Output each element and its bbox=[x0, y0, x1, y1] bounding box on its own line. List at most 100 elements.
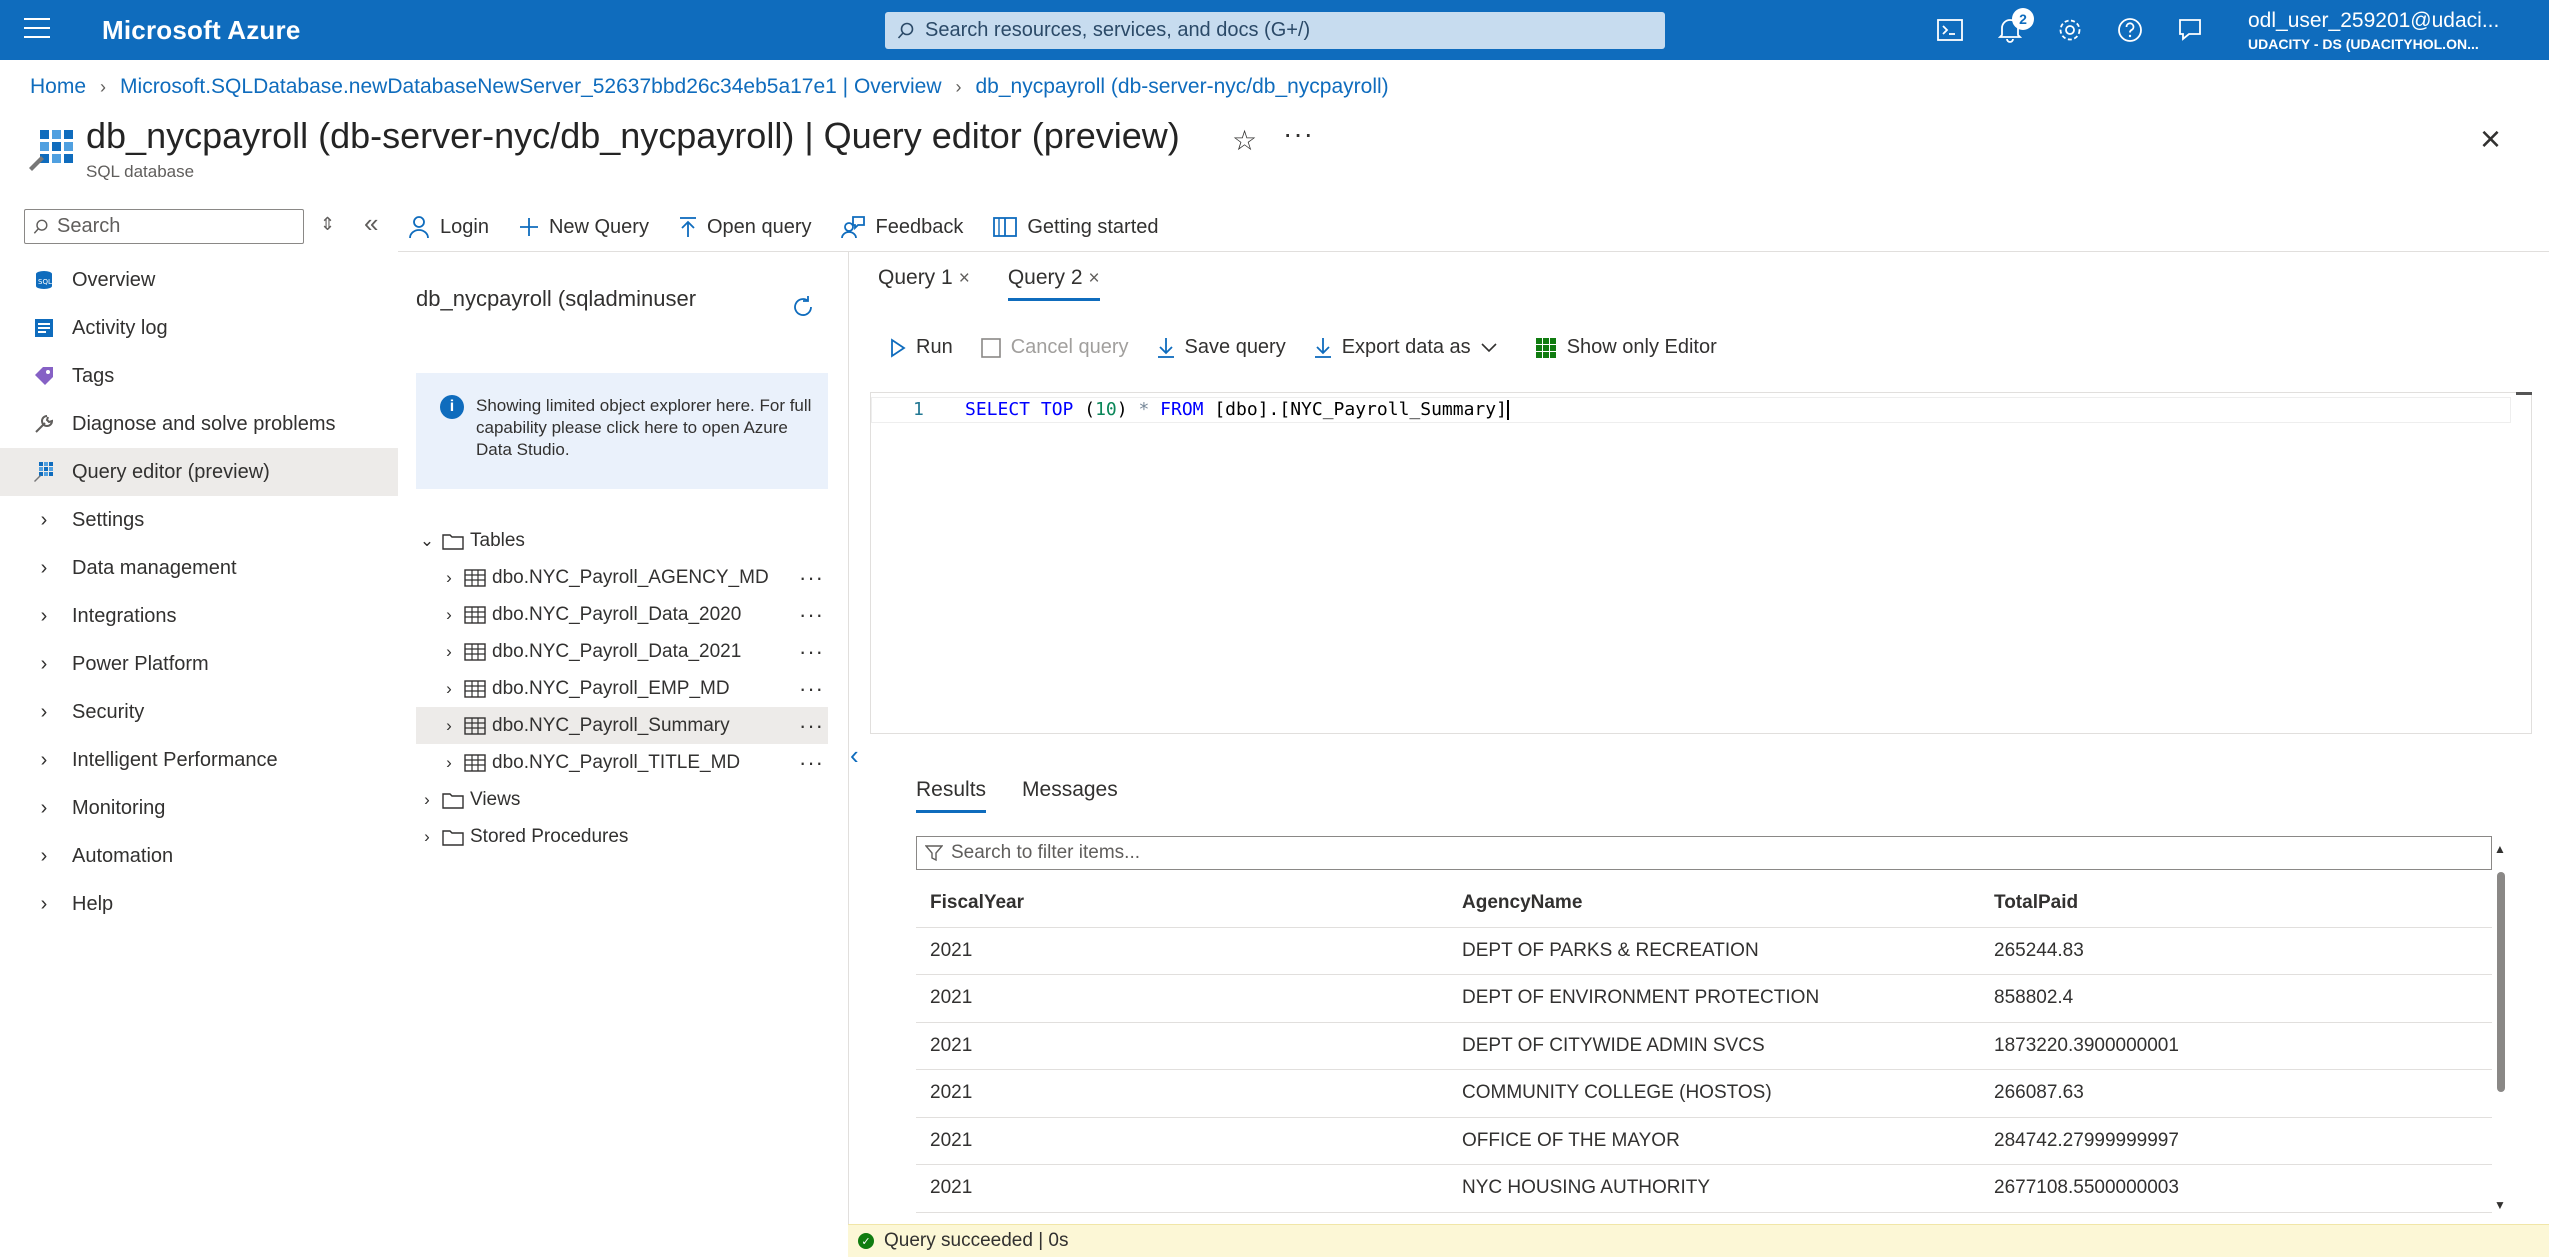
getting-started-button[interactable]: Getting started bbox=[993, 216, 1159, 239]
nav-item-diagnose[interactable]: Diagnose and solve problems bbox=[0, 400, 398, 448]
notifications-icon[interactable]: 2 bbox=[1980, 0, 2040, 60]
tree-node-stored-procedures[interactable]: › Stored Procedures bbox=[416, 818, 828, 855]
nav-item-power-platform[interactable]: › Power Platform bbox=[0, 640, 398, 688]
new-query-button[interactable]: New Query bbox=[519, 216, 649, 239]
cell: 2021 bbox=[930, 1129, 973, 1151]
tree-node-table[interactable]: › dbo.NYC_Payroll_AGENCY_MD ··· bbox=[416, 559, 828, 596]
show-only-editor-button[interactable]: Show only Editor bbox=[1535, 336, 1717, 359]
more-options-icon[interactable]: ··· bbox=[799, 639, 824, 665]
nav-item-intelligent-performance[interactable]: › Intelligent Performance bbox=[0, 736, 398, 784]
info-banner[interactable]: i Showing limited object explorer here. … bbox=[416, 373, 828, 489]
open-query-button[interactable]: Open query bbox=[679, 215, 812, 239]
scroll-up-icon[interactable]: ▲ bbox=[2494, 842, 2506, 856]
query-status-bar: ✓ Query succeeded | 0s bbox=[848, 1224, 2549, 1257]
feedback-icon[interactable] bbox=[2160, 0, 2220, 60]
table-row[interactable]: 2021 NYC HOUSING AUTHORITY 2677108.55000… bbox=[916, 1165, 2492, 1213]
wrench-icon bbox=[32, 412, 56, 436]
cell: DEPT OF ENVIRONMENT PROTECTION bbox=[1462, 987, 1820, 1009]
sql-code-line[interactable]: SELECT TOP (10) * FROM [dbo].[NYC_Payrol… bbox=[965, 399, 1509, 420]
activity-log-icon bbox=[32, 316, 56, 340]
tree-node-table[interactable]: › dbo.NYC_Payroll_TITLE_MD ··· bbox=[416, 744, 828, 781]
run-button[interactable]: Run bbox=[890, 336, 953, 359]
help-icon[interactable] bbox=[2100, 0, 2160, 60]
save-query-button[interactable]: Save query bbox=[1157, 336, 1286, 359]
cell: COMMUNITY COLLEGE (HOSTOS) bbox=[1462, 1082, 1772, 1104]
table-row[interactable]: 2021 OFFICE OF THE MAYOR 284742.27999999… bbox=[916, 1118, 2492, 1165]
more-options-icon[interactable]: ··· bbox=[799, 602, 824, 628]
breadcrumb-server[interactable]: Microsoft.SQLDatabase.newDatabaseNewServ… bbox=[120, 75, 941, 99]
more-options-icon[interactable]: ··· bbox=[799, 750, 824, 776]
nav-item-help[interactable]: › Help bbox=[0, 880, 398, 928]
tab-messages[interactable]: Messages bbox=[1022, 778, 1118, 813]
editor-scrollbar[interactable] bbox=[2516, 392, 2532, 395]
settings-gear-icon[interactable] bbox=[2040, 0, 2100, 60]
nav-item-monitoring[interactable]: › Monitoring bbox=[0, 784, 398, 832]
scrollbar-thumb[interactable] bbox=[2497, 872, 2505, 1092]
table-icon bbox=[464, 679, 486, 698]
open-query-label: Open query bbox=[706, 215, 812, 238]
table-row[interactable]: 2021 DEPT OF ENVIRONMENT PROTECTION 8588… bbox=[916, 975, 2492, 1023]
more-options-icon[interactable]: ··· bbox=[799, 565, 824, 591]
nav-search-input[interactable]: Search bbox=[24, 209, 304, 244]
cancel-query-button[interactable]: Cancel query bbox=[980, 336, 1129, 359]
tree-node-label: dbo.NYC_Payroll_Data_2021 bbox=[492, 640, 742, 662]
chevron-right-icon: › bbox=[40, 892, 48, 915]
nav-item-query-editor[interactable]: Query editor (preview) bbox=[0, 448, 398, 496]
close-tab-icon[interactable]: × bbox=[959, 268, 970, 289]
tree-node-table-selected[interactable]: › dbo.NYC_Payroll_Summary ··· bbox=[416, 707, 828, 744]
table-row[interactable]: 2021 DEPT OF PARKS & RECREATION 265244.8… bbox=[916, 928, 2492, 975]
tree-node-views[interactable]: › Views bbox=[416, 781, 828, 818]
nav-item-activity-log[interactable]: Activity log bbox=[0, 304, 398, 352]
hamburger-menu-icon[interactable] bbox=[24, 18, 50, 42]
breadcrumb-home[interactable]: Home bbox=[30, 75, 86, 99]
feedback-button[interactable]: Feedback bbox=[841, 215, 963, 239]
cloud-shell-icon[interactable] bbox=[1920, 0, 1980, 60]
column-header[interactable]: AgencyName bbox=[1448, 892, 1980, 914]
tree-node-table[interactable]: › dbo.NYC_Payroll_Data_2020 ··· bbox=[416, 596, 828, 633]
export-data-dropdown[interactable]: Export data as bbox=[1314, 336, 1507, 359]
more-options-icon[interactable]: ··· bbox=[799, 713, 824, 739]
breadcrumb-database[interactable]: db_nycpayroll (db-server-nyc/db_nycpayro… bbox=[975, 75, 1388, 99]
results-scrollbar[interactable]: ▲ ▼ bbox=[2494, 842, 2508, 1214]
nav-item-security[interactable]: › Security bbox=[0, 688, 398, 736]
nav-item-tags[interactable]: Tags bbox=[0, 352, 398, 400]
table-row[interactable]: 2021 DEPT OF CITYWIDE ADMIN SVCS 1873220… bbox=[916, 1023, 2492, 1070]
more-options-icon[interactable]: ··· bbox=[799, 676, 824, 702]
account-menu[interactable]: odl_user_259201@udaci... UDACITY - DS (U… bbox=[2248, 9, 2538, 52]
column-header[interactable]: TotalPaid bbox=[1980, 892, 2492, 914]
login-button[interactable]: Login bbox=[408, 215, 489, 239]
nav-item-data-management[interactable]: › Data management bbox=[0, 544, 398, 592]
chevron-left-icon[interactable]: ‹ bbox=[850, 740, 859, 771]
refresh-icon[interactable] bbox=[790, 294, 816, 320]
nav-item-integrations[interactable]: › Integrations bbox=[0, 592, 398, 640]
nav-item-settings[interactable]: › Settings bbox=[0, 496, 398, 544]
results-filter-input[interactable]: Search to filter items... bbox=[916, 836, 2492, 870]
feedback-person-icon bbox=[841, 216, 866, 239]
collapse-menu-icon[interactable]: « bbox=[364, 208, 378, 239]
tree-node-table[interactable]: › dbo.NYC_Payroll_EMP_MD ··· bbox=[416, 670, 828, 707]
more-options-icon[interactable]: ··· bbox=[1283, 118, 1314, 150]
close-blade-icon[interactable]: × bbox=[2480, 118, 2501, 160]
favorite-star-icon[interactable]: ☆ bbox=[1232, 124, 1257, 157]
page-subtitle: SQL database bbox=[86, 162, 195, 181]
close-tab-icon[interactable]: × bbox=[1089, 268, 1100, 289]
sql-editor[interactable]: 1 SELECT TOP (10) * FROM [dbo].[NYC_Payr… bbox=[870, 392, 2532, 734]
tree-node-label: dbo.NYC_Payroll_AGENCY_MD bbox=[492, 566, 769, 588]
nav-item-overview[interactable]: SQL Overview bbox=[0, 256, 398, 304]
pane-splitter[interactable] bbox=[848, 252, 849, 1257]
scroll-down-icon[interactable]: ▼ bbox=[2494, 1198, 2506, 1212]
tab-results[interactable]: Results bbox=[916, 778, 987, 813]
chevron-right-icon: › bbox=[955, 76, 962, 97]
sql-database-icon bbox=[29, 130, 73, 171]
tab-query-2[interactable]: Query 2 × bbox=[1007, 266, 1100, 301]
column-header[interactable]: FiscalYear bbox=[916, 892, 1448, 914]
tree-node-tables[interactable]: ⌄ Tables bbox=[416, 522, 828, 559]
global-search-input[interactable]: Search resources, services, and docs (G+… bbox=[885, 12, 1665, 49]
tree-node-table[interactable]: › dbo.NYC_Payroll_Data_2021 ··· bbox=[416, 633, 828, 670]
results-filter-placeholder: Search to filter items... bbox=[951, 842, 1141, 863]
brand-title[interactable]: Microsoft Azure bbox=[102, 15, 301, 46]
tab-query-1[interactable]: Query 1 × bbox=[878, 266, 970, 301]
table-row[interactable]: 2021 COMMUNITY COLLEGE (HOSTOS) 266087.6… bbox=[916, 1070, 2492, 1118]
sort-updown-icon[interactable]: ⇕ bbox=[320, 214, 335, 235]
nav-item-automation[interactable]: › Automation bbox=[0, 832, 398, 880]
